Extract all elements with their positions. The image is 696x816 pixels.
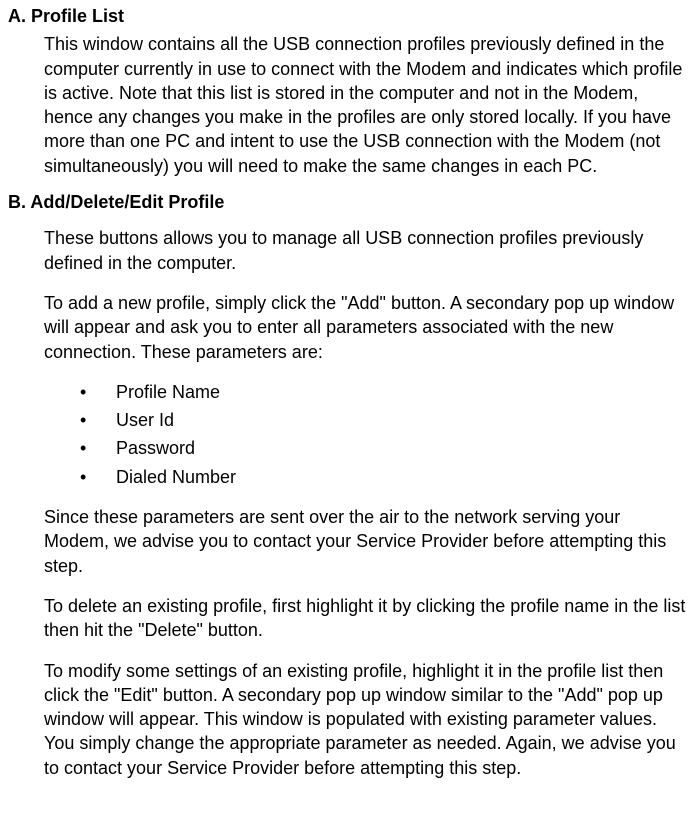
section-b-heading: B. Add/Delete/Edit Profile <box>8 190 688 214</box>
list-item: Dialed Number <box>80 465 688 489</box>
section-b-para-3: Since these parameters are sent over the… <box>44 505 688 578</box>
section-a-heading: A. Profile List <box>8 4 688 28</box>
parameter-list: Profile Name User Id Password Dialed Num… <box>80 380 688 489</box>
section-b-para-4: To delete an existing profile, first hig… <box>44 594 688 643</box>
list-item: Profile Name <box>80 380 688 404</box>
list-item: User Id <box>80 408 688 432</box>
section-b-para-5: To modify some settings of an existing p… <box>44 659 688 780</box>
list-item: Password <box>80 436 688 460</box>
section-b-para-2: To add a new profile, simply click the "… <box>44 291 688 364</box>
section-b-para-1: These buttons allows you to manage all U… <box>44 226 688 275</box>
section-a-para-1: This window contains all the USB connect… <box>44 32 688 178</box>
